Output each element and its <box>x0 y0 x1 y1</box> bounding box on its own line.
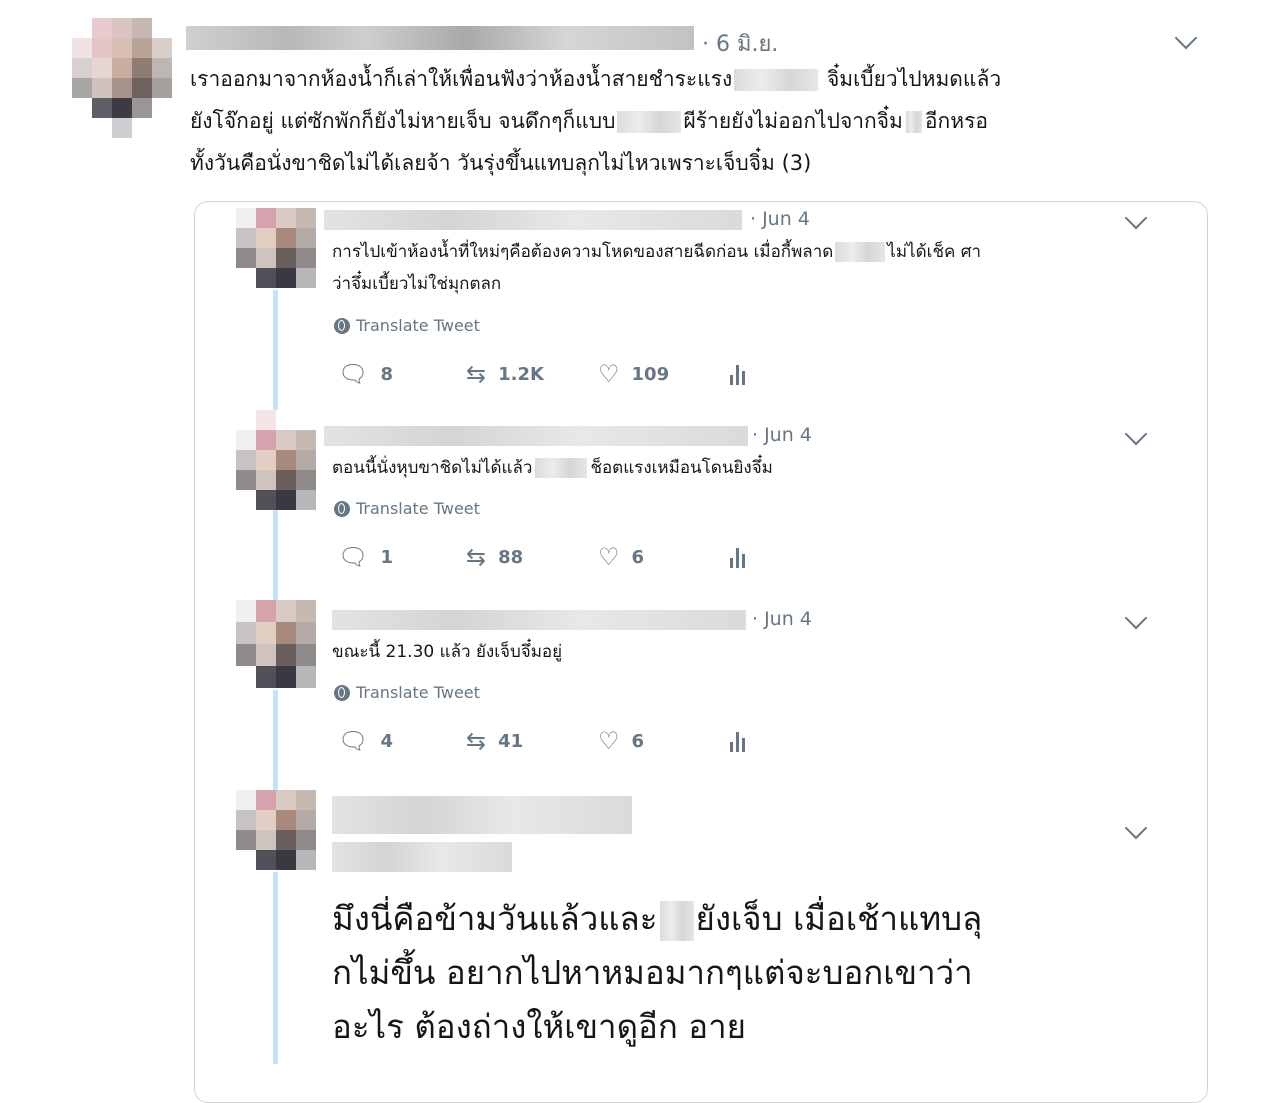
tweet-date[interactable]: · Jun 4 <box>752 424 812 446</box>
translate-tweet-link[interactable]: Translate Tweet <box>334 683 480 702</box>
tweet-date[interactable]: · Jun 4 <box>750 208 810 230</box>
globe-icon <box>334 500 350 517</box>
avatar[interactable] <box>72 18 172 138</box>
heart-icon: ♡ <box>598 543 620 571</box>
tweet-actions: 🗨 1 ⇆ 88 ♡ 6 <box>338 545 745 569</box>
translate-tweet-link[interactable]: Translate Tweet <box>334 316 480 335</box>
globe-icon <box>334 684 350 701</box>
retweet-button[interactable]: ⇆ 1.2K <box>466 362 598 386</box>
author-name[interactable] <box>332 610 746 630</box>
thread-line <box>273 510 278 600</box>
avatar[interactable] <box>236 600 316 690</box>
author-name[interactable] <box>332 796 632 834</box>
focused-tweet-text-line: กไม่ขึ้น อยากไปหาหมอมากๆแต่จะบอกเขาว่า <box>332 953 973 992</box>
tweet-text-line: ยังโจ๊กอยู่ แต่ซักพักก็ยังไม่หายเจ็บ จนด… <box>190 109 988 133</box>
reply-text-line: ขณะนี้ 21.30 แล้ว ยังเจ็บจึ๋มอยู่ <box>332 642 563 662</box>
heart-icon: ♡ <box>598 360 620 388</box>
thread-line <box>273 872 278 1064</box>
tweet-text-line: ทั้งวันคือนั่งขาชิดไม่ได้เลยจ้า วันรุ่งข… <box>190 151 812 175</box>
tweet-date[interactable]: · 6 มิ.ย. <box>702 26 778 61</box>
tweet-actions: 🗨 8 ⇆ 1.2K ♡ 109 <box>338 362 745 386</box>
reply-icon: 🗨 <box>338 360 369 388</box>
avatar[interactable] <box>236 410 316 510</box>
author-name[interactable] <box>324 210 742 230</box>
reply-text-line: ตอนนี้นั่งหุบขาชิดไม่ได้แล้ว ช็อตแรงเหมือ… <box>332 458 773 478</box>
author-handle[interactable] <box>332 842 512 872</box>
like-button[interactable]: ♡ 6 <box>598 729 730 753</box>
avatar[interactable] <box>236 208 316 288</box>
thread-line <box>273 290 278 410</box>
globe-icon <box>334 317 350 334</box>
analytics-icon[interactable] <box>730 546 745 568</box>
tweet-text-line: เราออกมาจากห้องน้ำก็เล่าให้เพื่อนฟังว่าห… <box>190 67 1002 91</box>
reply-button[interactable]: 🗨 8 <box>338 362 466 386</box>
reply-button[interactable]: 🗨 4 <box>338 729 466 753</box>
retweet-icon: ⇆ <box>466 360 487 388</box>
thread-line <box>273 690 278 790</box>
like-button[interactable]: ♡ 6 <box>598 545 730 569</box>
tweet-date[interactable]: · Jun 4 <box>752 608 812 630</box>
reply-icon: 🗨 <box>338 727 369 755</box>
reply-icon: 🗨 <box>338 543 369 571</box>
reply-text-line: การไปเข้าห้องน้ำที่ใหม่ๆคือต้องความโหดขอ… <box>332 242 982 262</box>
retweet-icon: ⇆ <box>466 727 487 755</box>
chevron-down-icon[interactable] <box>1174 26 1198 50</box>
like-button[interactable]: ♡ 109 <box>598 362 730 386</box>
tweet-actions: 🗨 4 ⇆ 41 ♡ 6 <box>338 729 745 753</box>
retweet-button[interactable]: ⇆ 41 <box>466 729 598 753</box>
avatar[interactable] <box>236 790 316 872</box>
translate-tweet-link[interactable]: Translate Tweet <box>334 499 480 518</box>
author-name[interactable] <box>324 426 748 446</box>
focused-tweet-text-line: มึงนี่คือข้ามวันแล้วและ ยังเจ็บ เมื่อเช้า… <box>332 892 982 946</box>
reply-button[interactable]: 🗨 1 <box>338 545 466 569</box>
author-name[interactable] <box>186 26 694 50</box>
analytics-icon[interactable] <box>730 363 745 385</box>
retweet-button[interactable]: ⇆ 88 <box>466 545 598 569</box>
reply-text-line: ว่าจึ๋มเบี้ยวไม่ใช่มุกตลก <box>332 274 502 294</box>
analytics-icon[interactable] <box>730 730 745 752</box>
focused-tweet-text-line: อะไร ต้องถ่างให้เขาดูอีก อาย <box>332 1007 746 1046</box>
heart-icon: ♡ <box>598 727 620 755</box>
retweet-icon: ⇆ <box>466 543 487 571</box>
